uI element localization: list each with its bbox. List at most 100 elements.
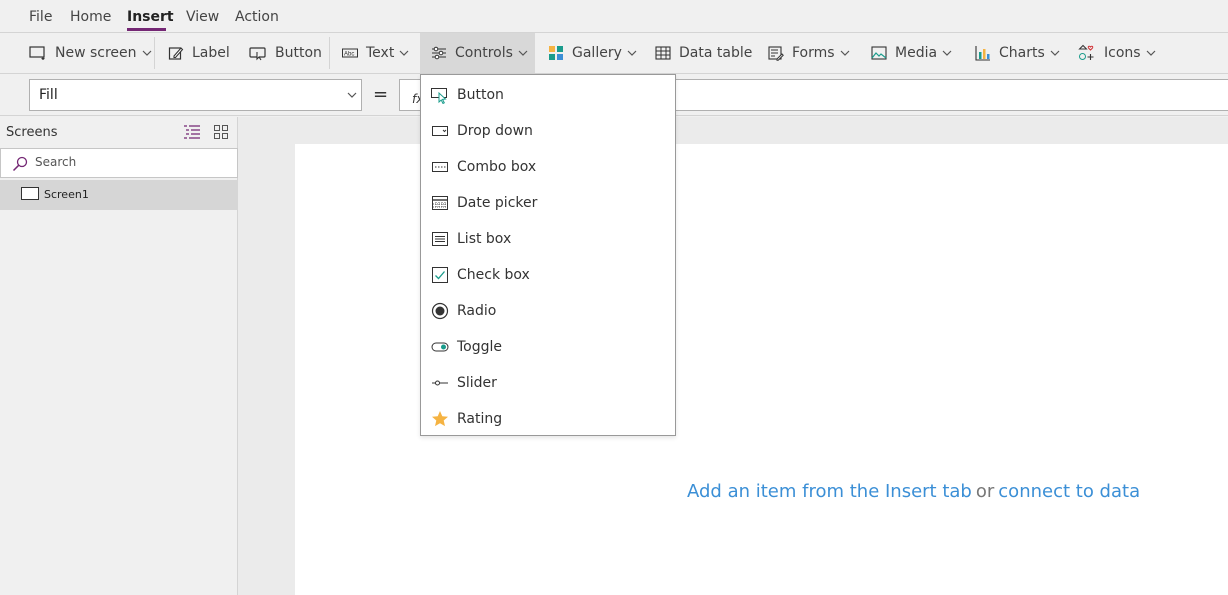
menu-item-button[interactable]: Button [421, 77, 675, 113]
menu-item-date-picker[interactable]: Date picker [421, 185, 675, 221]
ribbon-divider [154, 37, 155, 69]
forms-icon [768, 46, 784, 61]
new-screen-button[interactable]: New screen [29, 33, 152, 73]
label-icon [168, 47, 184, 60]
new-screen-label: New screen [55, 45, 137, 61]
ribbon: New screen Label Button Abc Text Control… [0, 32, 1228, 74]
menu-item-check-box[interactable]: Check box [421, 257, 675, 293]
menu-item-label: List box [457, 231, 512, 247]
menu-item-drop-down[interactable]: Drop down [421, 113, 675, 149]
menu-item-label: Slider [457, 375, 497, 391]
data-table-button[interactable]: Data table [655, 33, 752, 73]
ribbon-divider [329, 37, 330, 69]
label-button-label: Label [192, 45, 230, 61]
text-button-label: Text [366, 45, 395, 61]
radio-icon [431, 302, 449, 320]
grid-view-icon[interactable] [214, 125, 228, 139]
dropdown-icon [432, 126, 448, 136]
menu-item-label: Drop down [457, 123, 533, 139]
canvas-area: Add an item from the Insert tab or connect… [238, 117, 1228, 595]
text-icon: Abc [342, 48, 358, 58]
charts-button[interactable]: Charts [975, 33, 1060, 73]
checkbox-icon [432, 267, 448, 283]
charts-button-label: Charts [999, 45, 1045, 61]
icons-icon [1078, 44, 1094, 60]
menu-tab-file[interactable]: File [29, 9, 52, 25]
media-button[interactable]: Media [871, 33, 952, 73]
menu-item-slider[interactable]: Slider [421, 365, 675, 401]
menu-item-label: Toggle [457, 339, 503, 355]
button-button-label: Button [275, 45, 322, 61]
list-view-icon[interactable] [184, 125, 200, 139]
menu-item-label: Button [457, 87, 504, 103]
data-table-icon [655, 46, 671, 60]
chevron-down-icon [942, 50, 952, 56]
chevron-down-icon [142, 50, 151, 56]
media-icon [871, 46, 887, 60]
menu-tab-insert[interactable]: Insert [127, 9, 174, 25]
forms-button[interactable]: Forms [768, 33, 850, 73]
gallery-icon [549, 46, 563, 60]
active-tab-indicator [127, 28, 166, 31]
icons-button[interactable]: Icons [1078, 33, 1156, 73]
chevron-down-icon [1146, 50, 1155, 56]
listbox-icon [432, 232, 448, 246]
menu-item-toggle[interactable]: Toggle [421, 329, 675, 365]
menu-item-label: Radio [457, 303, 497, 319]
menu-bar: File Home Insert View Action [0, 0, 1228, 32]
controls-icon [432, 46, 446, 60]
charts-icon [975, 46, 990, 61]
chevron-down-icon [347, 92, 357, 98]
label-button[interactable]: Label [168, 33, 230, 73]
hint-or-text: or [975, 481, 995, 502]
insert-tab-link[interactable]: Add an item from the Insert tab [687, 481, 972, 502]
menu-item-radio[interactable]: Radio [421, 293, 675, 329]
chevron-down-icon [627, 50, 637, 56]
toggle-icon [431, 342, 449, 352]
connect-data-link[interactable]: connect to data [998, 481, 1140, 502]
menu-item-label: Rating [457, 411, 503, 427]
forms-button-label: Forms [792, 45, 835, 61]
search-input[interactable] [35, 155, 225, 169]
screens-search-box [0, 148, 238, 178]
button-button[interactable]: Button [249, 33, 322, 73]
button-icon [249, 47, 266, 61]
screen-list-item[interactable]: Screen1 [0, 180, 238, 210]
property-select-value: Fill [39, 87, 58, 103]
controls-dropdown-menu: Button Drop down Combo box Date picker L… [420, 74, 676, 436]
menu-tab-action[interactable]: Action [235, 9, 279, 25]
menu-tab-home[interactable]: Home [70, 9, 111, 25]
combobox-icon [432, 162, 448, 172]
chevron-down-icon [840, 50, 849, 56]
star-icon [432, 411, 448, 427]
calendar-icon [432, 196, 448, 210]
chevron-down-icon [1050, 50, 1060, 56]
screen-name: Screen1 [44, 188, 89, 201]
search-icon [12, 156, 28, 172]
slider-icon [432, 380, 448, 386]
gallery-button[interactable]: Gallery [548, 33, 637, 73]
menu-tab-view[interactable]: View [186, 9, 219, 25]
new-screen-icon [29, 46, 45, 60]
menu-item-label: Combo box [457, 159, 537, 175]
button-icon [431, 88, 447, 104]
equals-sign: = [373, 84, 389, 105]
text-icon-glyph: Abc [344, 52, 354, 58]
menu-item-combo-box[interactable]: Combo box [421, 149, 675, 185]
screens-panel: Screens Screen1 [0, 117, 238, 595]
icons-button-label: Icons [1104, 45, 1141, 61]
menu-item-list-box[interactable]: List box [421, 221, 675, 257]
empty-screen-hint: Add an item from the Insert tab or connect… [687, 481, 1140, 502]
gallery-button-label: Gallery [572, 45, 622, 61]
property-select[interactable]: Fill [29, 79, 362, 111]
chevron-down-icon [399, 50, 409, 56]
data-table-button-label: Data table [679, 45, 753, 61]
controls-button[interactable]: Controls [420, 33, 535, 73]
text-button[interactable]: Abc Text [342, 33, 409, 73]
screen-icon [21, 187, 39, 200]
chevron-down-icon [518, 50, 528, 56]
controls-button-label: Controls [455, 45, 513, 61]
menu-item-label: Check box [457, 267, 530, 283]
menu-item-label: Date picker [457, 195, 538, 211]
menu-item-rating[interactable]: Rating [421, 401, 675, 437]
